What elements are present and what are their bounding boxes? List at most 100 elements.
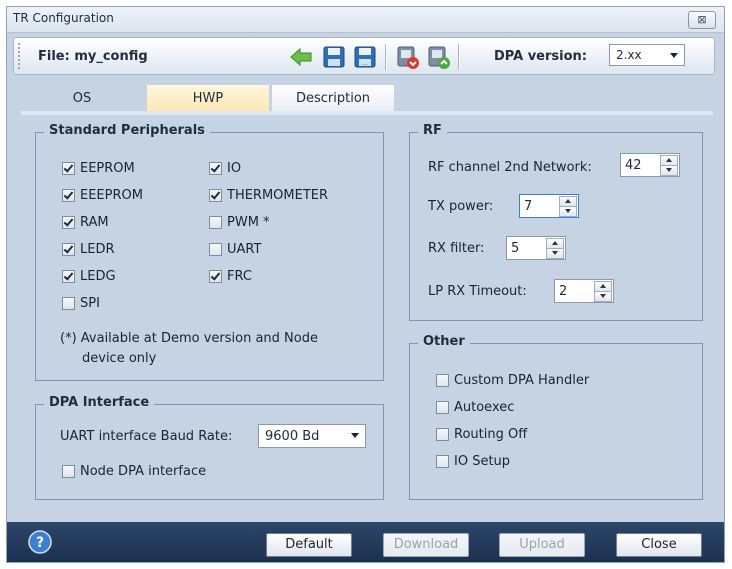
baud-rate-label: UART interface Baud Rate: — [60, 429, 233, 444]
tx-power-spinner[interactable]: 7 — [519, 194, 579, 218]
baud-rate-select[interactable]: 9600 Bd — [258, 424, 366, 448]
toolbar-grip[interactable] — [18, 43, 23, 69]
window-title: TR Configuration — [13, 11, 114, 25]
checkbox-spi[interactable]: SPI — [62, 296, 100, 311]
save-as-icon[interactable]: … — [352, 44, 378, 70]
checkbox-box[interactable] — [62, 243, 75, 256]
tab-os[interactable]: OS — [21, 85, 143, 111]
checkbox-ledg[interactable]: LEDG — [62, 269, 116, 284]
download-icon[interactable] — [394, 44, 420, 70]
close-button[interactable]: Close — [616, 533, 702, 557]
rf-channel-value[interactable]: 42 — [625, 158, 642, 173]
dpa-version-label: DPA version: — [494, 49, 587, 64]
rf-channel-spinner[interactable]: 42 — [620, 153, 680, 177]
checkbox-uart[interactable]: UART — [209, 242, 261, 257]
checkbox-label: Autoexec — [454, 400, 515, 415]
checkbox-box[interactable] — [209, 162, 222, 175]
checkbox-box[interactable] — [62, 216, 75, 229]
checkbox-label: Node DPA interface — [80, 464, 207, 479]
checkbox-label: PWM * — [227, 215, 270, 230]
checkbox-eeeprom[interactable]: EEEPROM — [62, 188, 143, 203]
checkbox-node-dpa-interface[interactable]: Node DPA interface — [62, 464, 206, 479]
footer-bar: ? Default Download Upload Close — [7, 522, 724, 562]
checkbox-io-setup[interactable]: IO Setup — [436, 454, 510, 469]
checkbox-frc[interactable]: FRC — [209, 269, 252, 284]
checkbox-box[interactable] — [62, 465, 75, 478]
checkbox-label: Custom DPA Handler — [454, 373, 590, 388]
checkbox-box[interactable] — [209, 216, 222, 229]
checkbox-label: IO — [227, 161, 242, 176]
checkbox-box[interactable] — [436, 374, 449, 387]
checkbox-thermometer[interactable]: THERMOMETER — [209, 188, 328, 203]
checkbox-autoexec[interactable]: Autoexec — [436, 400, 514, 415]
toolbar-separator — [385, 44, 387, 70]
spinner-buttons — [594, 281, 612, 302]
upload-icon[interactable] — [425, 44, 451, 70]
spinner-buttons — [546, 238, 564, 259]
tab-description[interactable]: Description — [272, 85, 394, 111]
dpa-version-select[interactable]: 2.xx — [609, 44, 685, 66]
tab-panel-border — [21, 111, 713, 115]
rx-filter-label: RX filter: — [428, 241, 485, 256]
tx-power-value[interactable]: 7 — [524, 199, 532, 214]
checkbox-custom-dpa-handler[interactable]: Custom DPA Handler — [436, 373, 589, 388]
checkbox-label: IO Setup — [454, 454, 511, 469]
lp-rx-timeout-label: LP RX Timeout: — [428, 284, 527, 299]
checkbox-label: FRC — [227, 269, 252, 284]
spin-down-icon[interactable] — [546, 248, 564, 259]
download-button[interactable]: Download — [383, 533, 469, 557]
help-icon[interactable]: ? — [28, 530, 52, 554]
checkbox-ram[interactable]: RAM — [62, 215, 109, 230]
checkbox-ledr[interactable]: LEDR — [62, 242, 115, 257]
spin-down-icon[interactable] — [559, 206, 577, 217]
checkbox-box[interactable] — [62, 162, 75, 175]
dpa-interface-title: DPA Interface — [44, 395, 155, 410]
default-button[interactable]: Default — [266, 533, 352, 557]
checkbox-box[interactable] — [209, 243, 222, 256]
checkbox-box[interactable] — [436, 401, 449, 414]
checkbox-label: LEDG — [80, 269, 116, 284]
checkbox-box[interactable] — [436, 428, 449, 441]
checkbox-label: EEPROM — [80, 161, 135, 176]
checkbox-box[interactable] — [209, 189, 222, 202]
checkbox-box[interactable] — [209, 270, 222, 283]
checkbox-label: RAM — [80, 215, 109, 230]
rx-filter-value[interactable]: 5 — [511, 241, 519, 256]
svg-text:…: … — [362, 60, 368, 67]
spin-down-icon[interactable] — [660, 165, 678, 176]
lp-rx-timeout-spinner[interactable]: 2 — [554, 279, 614, 303]
checkbox-box[interactable] — [62, 189, 75, 202]
window-close-button[interactable]: ⊠ — [688, 11, 716, 29]
rx-filter-spinner[interactable]: 5 — [506, 236, 566, 260]
checkbox-box[interactable] — [62, 297, 75, 310]
toolbar: File: my_config … DPA version: 2.xx — [13, 37, 715, 75]
checkbox-label: THERMOMETER — [227, 188, 329, 203]
standard-peripherals-group: Standard Peripherals EEPROM EEEPROM RAM … — [35, 123, 384, 381]
spin-down-icon[interactable] — [594, 291, 612, 302]
standard-peripherals-title: Standard Peripherals — [44, 123, 210, 138]
back-arrow-icon[interactable] — [288, 44, 314, 70]
save-icon[interactable] — [321, 44, 347, 70]
tx-power-label: TX power: — [428, 199, 494, 214]
tab-hwp[interactable]: HWP — [147, 85, 269, 111]
checkbox-eeprom[interactable]: EEPROM — [62, 161, 135, 176]
checkbox-label: LEDR — [80, 242, 115, 257]
spinner-buttons — [660, 155, 678, 176]
checkbox-box[interactable] — [436, 455, 449, 468]
checkbox-label: SPI — [80, 296, 100, 311]
checkbox-box[interactable] — [62, 270, 75, 283]
availability-note-line1: (*) Available at Demo version and Node — [60, 331, 318, 346]
rf-channel-label: RF channel 2nd Network: — [428, 160, 592, 175]
checkbox-io[interactable]: IO — [209, 161, 241, 176]
lp-rx-timeout-value[interactable]: 2 — [559, 284, 567, 299]
dpa-version-value: 2.xx — [616, 48, 642, 62]
other-title: Other — [418, 334, 470, 349]
checkbox-pwm[interactable]: PWM * — [209, 215, 270, 230]
file-label: File: my_config — [38, 49, 148, 64]
availability-note-line2: device only — [82, 351, 157, 366]
checkbox-routing-off[interactable]: Routing Off — [436, 427, 527, 442]
spinner-buttons — [559, 196, 577, 217]
checkbox-label: UART — [227, 242, 262, 257]
upload-button[interactable]: Upload — [499, 533, 585, 557]
rf-group: RF RF channel 2nd Network: 42 TX power: … — [409, 123, 703, 321]
